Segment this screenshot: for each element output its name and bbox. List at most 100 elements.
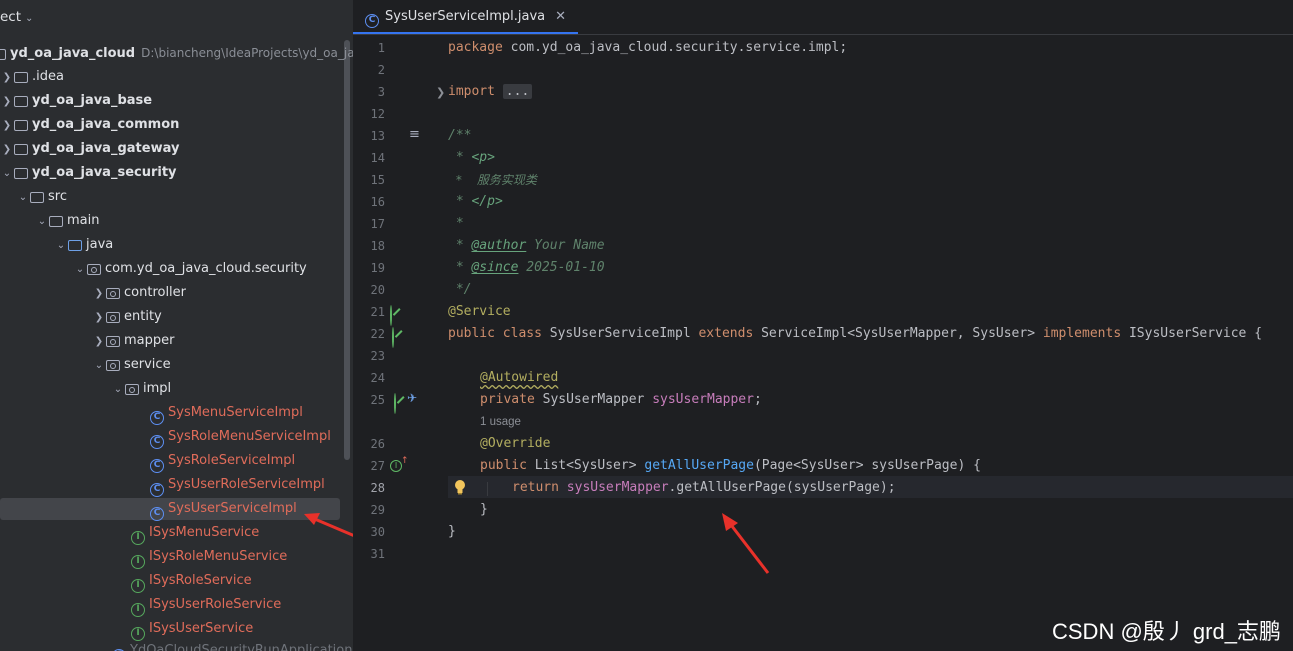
tree-item-interface[interactable]: I ISysRoleMenuService: [131, 546, 288, 569]
code-token: sysUserMapper: [566, 480, 669, 495]
code-token: *: [448, 150, 472, 165]
tree-item-class[interactable]: C SysRoleMenuServiceImpl: [150, 426, 331, 449]
chevron-right-icon[interactable]: ❯: [92, 307, 106, 329]
tree-item-common[interactable]: ❯ yd_oa_java_common: [0, 114, 180, 137]
spring-bean-icon[interactable]: [392, 327, 394, 348]
tree-label: ISysRoleMenuService: [149, 549, 288, 564]
fold-expand-icon[interactable]: ❯: [436, 86, 445, 99]
code-token: ISysUserService {: [1121, 326, 1263, 341]
tree-item-base[interactable]: ❯ yd_oa_java_base: [0, 90, 152, 112]
chevron-down-icon[interactable]: ⌄: [35, 211, 49, 233]
interface-icon: I: [131, 555, 145, 569]
line-number: 27: [370, 459, 385, 473]
lightbulb-icon[interactable]: [454, 479, 466, 495]
module-folder-icon: [14, 168, 28, 179]
tree-label: SysUserServiceImpl: [168, 501, 297, 516]
line-number: 17: [370, 217, 385, 231]
line-number: 3: [377, 85, 385, 99]
code-line-17: *: [448, 216, 464, 231]
code-line-29: }: [480, 502, 488, 517]
tree-item-security[interactable]: ⌄ yd_oa_java_security: [0, 162, 177, 184]
code-line-20: */: [448, 282, 472, 297]
tree-label: yd_oa_java_base: [32, 93, 153, 108]
tree-item-impl[interactable]: ⌄ impl: [111, 378, 171, 400]
tree-item-controller[interactable]: ❯ controller: [92, 282, 186, 304]
tree-label: ISysUserRoleService: [149, 597, 282, 612]
tree-label: SysUserRoleServiceImpl: [168, 477, 325, 492]
code-line-25: private SysUserMapper sysUserMapper;: [480, 389, 762, 411]
chevron-right-icon[interactable]: ❯: [0, 91, 14, 113]
chevron-down-icon[interactable]: ⌄: [73, 259, 87, 281]
tree-item-entity[interactable]: ❯ entity: [92, 306, 162, 328]
chevron-down-icon[interactable]: ⌄: [92, 355, 106, 377]
tree-item-class[interactable]: C SysUserRoleServiceImpl: [150, 474, 325, 497]
tree-root[interactable]: yd_oa_java_cloud D:\biancheng\IdeaProject…: [0, 42, 353, 64]
chevron-down-icon[interactable]: ⌄: [111, 379, 125, 401]
code-token: public: [448, 326, 495, 341]
tree-label: service: [124, 357, 171, 372]
spring-bean-icon[interactable]: [394, 393, 396, 414]
code-line-21: @Service: [448, 304, 511, 319]
chevron-right-icon[interactable]: ❯: [0, 115, 14, 137]
code-token: .getAllUserPage(sysUserPage);: [668, 480, 896, 495]
tab-sysuserserviceimpl[interactable]: C SysUserServiceImpl.java ✕: [353, 0, 579, 34]
code-token: return: [512, 480, 559, 495]
module-folder-icon: [14, 120, 28, 131]
code-token: 2025-01-10: [518, 260, 605, 275]
chevron-down-icon[interactable]: ⌄: [25, 13, 33, 24]
tree-item-interface[interactable]: I ISysUserService: [131, 618, 253, 641]
code-token: Your Name: [526, 238, 605, 253]
tree-item-interface[interactable]: I ISysUserRoleService: [131, 594, 282, 617]
tree-label: ISysRoleService: [149, 573, 252, 588]
tree-label: java: [86, 237, 114, 252]
folder-icon: [14, 72, 28, 83]
line-number: 22: [370, 327, 385, 341]
class-icon: C: [150, 435, 164, 449]
tree-item-package[interactable]: ⌄ com.yd_oa_java_cloud.security: [73, 258, 307, 280]
interface-icon: I: [131, 531, 145, 545]
chevron-right-icon[interactable]: ❯: [92, 331, 106, 353]
tree-item-service[interactable]: ⌄ service: [92, 354, 171, 376]
tree-item-class[interactable]: C SysMenuServiceImpl: [150, 402, 303, 425]
folded-imports[interactable]: ...: [502, 84, 533, 99]
chevron-right-icon[interactable]: ❯: [0, 67, 14, 89]
doc-render-icon[interactable]: ≡: [409, 128, 420, 141]
tree-item-interface[interactable]: I ISysMenuService: [131, 522, 259, 545]
interface-icon: I: [131, 627, 145, 641]
code-editor[interactable]: 1 2 3 12 13 14 15 16 17 18 19 20 21 22 2…: [353, 35, 1293, 651]
code-token: @Autowired: [480, 370, 559, 385]
chevron-down-icon[interactable]: ⌄: [0, 163, 14, 185]
class-icon: C: [150, 483, 164, 497]
chevron-right-icon[interactable]: ❯: [0, 139, 14, 161]
tree-label: impl: [143, 381, 172, 396]
chevron-down-icon[interactable]: ⌄: [16, 187, 30, 209]
tree-label: com.yd_oa_java_cloud.security: [105, 261, 307, 276]
tree-item-idea[interactable]: ❯ .idea: [0, 66, 64, 88]
close-icon[interactable]: ✕: [555, 9, 566, 24]
code-line-24: @Autowired: [480, 367, 558, 389]
code-token: (Page<SysUser> sysUserPage) {: [753, 458, 981, 473]
tree-item-java[interactable]: ⌄ java: [54, 234, 113, 256]
class-icon: C: [365, 14, 379, 28]
chevron-right-icon[interactable]: ❯: [92, 283, 106, 305]
mybatis-bird-icon[interactable]: ✈: [407, 391, 417, 405]
tree-item-interface[interactable]: I ISysRoleService: [131, 570, 252, 593]
tree-item-mapper[interactable]: ❯ mapper: [92, 330, 175, 353]
chevron-down-icon[interactable]: ⌄: [54, 235, 68, 257]
module-folder-icon: [0, 49, 6, 60]
spring-bean-icon[interactable]: [390, 305, 392, 326]
project-panel-header[interactable]: ect ⌄: [0, 0, 33, 34]
code-token: ;: [753, 392, 762, 407]
code-token: SysUserServiceImpl: [541, 326, 699, 341]
tree-item-main[interactable]: ⌄ main: [35, 210, 100, 233]
line-number: 2: [377, 63, 385, 77]
folder-icon: [30, 192, 44, 203]
tree-item-application[interactable]: CYdOaCloudSecurityRunApplication: [112, 640, 352, 651]
tree-item-src[interactable]: ⌄ src: [16, 186, 67, 208]
tree-item-gateway[interactable]: ❯ yd_oa_java_gateway: [0, 138, 180, 161]
code-token: List<SysUser>: [526, 458, 645, 473]
project-scrollbar[interactable]: [344, 40, 350, 460]
usage-hint[interactable]: 1 usage: [480, 411, 521, 433]
tree-item-class[interactable]: C SysRoleServiceImpl: [150, 450, 295, 473]
tree-item-class-selected[interactable]: C SysUserServiceImpl: [150, 498, 297, 521]
